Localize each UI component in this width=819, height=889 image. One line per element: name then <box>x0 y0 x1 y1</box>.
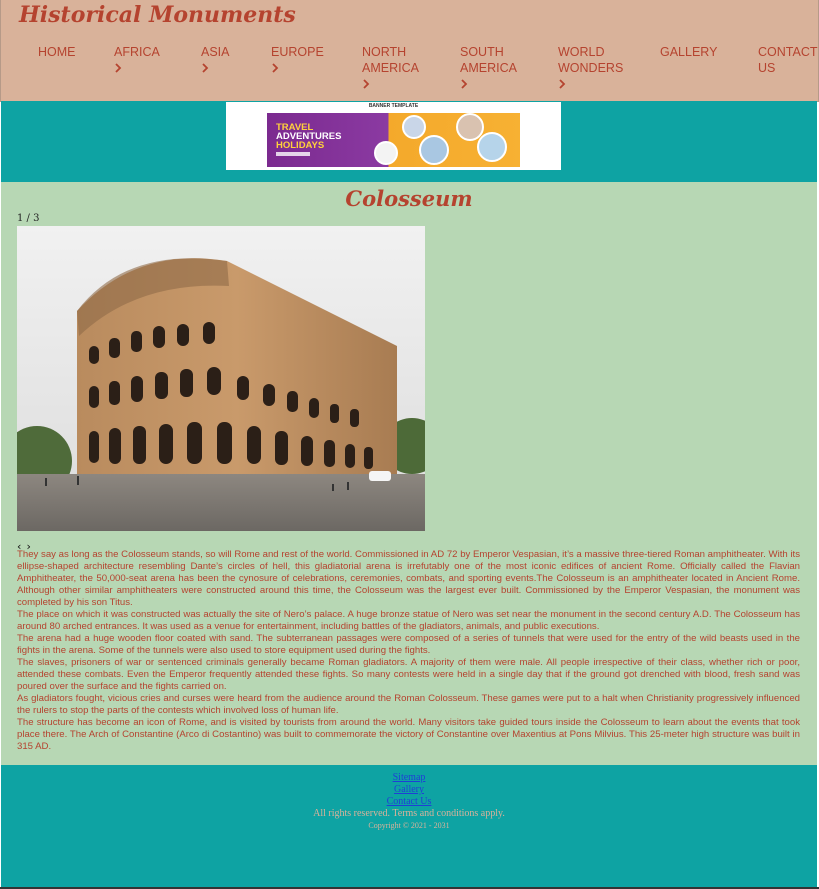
article-text: They say as long as the Colosseum stands… <box>17 549 800 753</box>
nav-label: SOUTH <box>460 45 504 59</box>
footer-links: Sitemap Gallery Contact Us All rights re… <box>1 772 817 832</box>
nav-label: ASIA <box>201 45 230 59</box>
footer-link-contact[interactable]: Contact Us <box>1 796 817 808</box>
nav-item-north-america[interactable]: NORTH AMERICA <box>362 44 419 91</box>
nav-item-asia[interactable]: ASIA <box>201 44 230 75</box>
banner-button-shape <box>276 152 310 156</box>
site-footer: Sitemap Gallery Contact Us All rights re… <box>1 765 817 887</box>
colosseum-photo <box>17 226 425 531</box>
chevron-right-icon <box>362 77 372 91</box>
site-logo-title[interactable]: Historical Monuments <box>19 2 296 28</box>
slide-counter: 1 / 3 <box>17 213 40 224</box>
footer-link-sitemap[interactable]: Sitemap <box>1 772 817 784</box>
slideshow-controls: ‹ › <box>17 535 37 553</box>
nav-label: WONDERS <box>558 61 624 75</box>
nav-label: AMERICA <box>362 61 419 75</box>
banner-photo-circle <box>374 141 398 165</box>
travel-banner-image[interactable]: BANNER TEMPLATE TRAVEL ADVENTURES HOLIDA… <box>226 102 561 170</box>
article-paragraph: The structure has become an icon of Rome… <box>17 717 800 752</box>
main-content: Colosseum 1 / 3 ‹ › They say as long as … <box>1 182 817 765</box>
nav-label: HOME <box>38 45 76 59</box>
site-header: Historical Monuments HOME AFRICA ASIA EU… <box>0 0 819 102</box>
banner-heading: BANNER TEMPLATE <box>368 103 419 109</box>
chevron-right-icon <box>558 77 568 91</box>
banner-line: HOLIDAYS <box>276 140 325 151</box>
footer-copyright: Copyright © 2021 - 2031 <box>368 821 450 830</box>
nav-label: WORLD <box>558 45 605 59</box>
article-paragraph: As gladiators fought, vicious cries and … <box>17 693 800 716</box>
chevron-right-icon <box>201 61 211 75</box>
article-paragraph: The place on which it was constructed wa… <box>17 609 800 632</box>
nav-label: NORTH <box>362 45 407 59</box>
banner-photo-circle <box>477 132 507 162</box>
nav-item-africa[interactable]: AFRICA <box>114 44 160 75</box>
nav-label: GALLERY <box>660 45 718 59</box>
banner-photo-circle <box>419 135 449 165</box>
main-nav: HOME AFRICA ASIA EUROPE NORTH AMERICA SO… <box>1 44 819 96</box>
chevron-right-icon <box>114 61 124 75</box>
nav-label: AFRICA <box>114 45 160 59</box>
nav-label: CONTACT <box>758 45 818 59</box>
banner-title: TRAVEL ADVENTURES HOLIDAYS <box>276 123 341 151</box>
nav-label: EUROPE <box>271 45 324 59</box>
nav-item-contact-us[interactable]: CONTACT US <box>758 44 818 76</box>
footer-rights: All rights reserved. Terms and condition… <box>313 808 505 819</box>
footer-link-gallery[interactable]: Gallery <box>1 784 817 796</box>
nav-item-europe[interactable]: EUROPE <box>271 44 324 75</box>
nav-label: AMERICA <box>460 61 517 75</box>
article-paragraph: They say as long as the Colosseum stands… <box>17 549 800 608</box>
chevron-right-icon <box>460 77 470 91</box>
article-paragraph: The slaves, prisoners of war or sentence… <box>17 657 800 692</box>
nav-item-world-wonders[interactable]: WORLD WONDERS <box>558 44 623 91</box>
article-paragraph: The arena had a huge wooden floor coated… <box>17 633 800 656</box>
page-title: Colosseum <box>345 186 473 211</box>
banner-photo-circle <box>402 115 426 139</box>
nav-item-home[interactable]: HOME <box>38 44 76 60</box>
nav-label: US <box>758 61 776 75</box>
chevron-right-icon <box>271 61 281 75</box>
nav-item-gallery[interactable]: GALLERY <box>660 44 717 60</box>
nav-item-south-america[interactable]: SOUTH AMERICA <box>460 44 517 91</box>
